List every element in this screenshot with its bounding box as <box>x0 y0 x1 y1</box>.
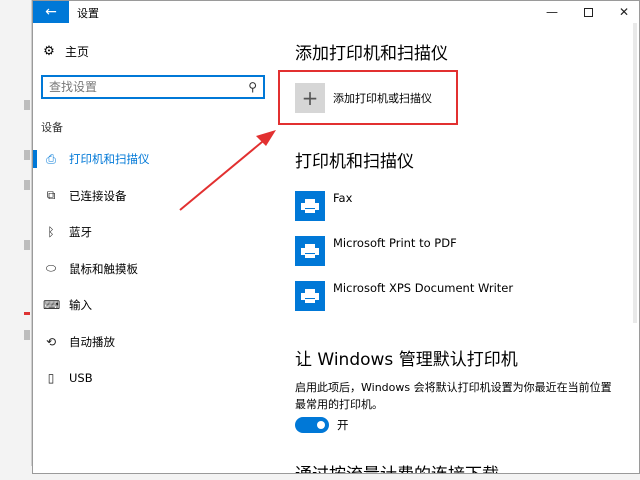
printer-item-pdf[interactable]: Microsoft Print to PDF <box>295 236 457 266</box>
close-icon: ✕ <box>618 5 630 19</box>
printer-item-fax[interactable]: Fax <box>295 191 352 221</box>
sidebar-item-mouse[interactable]: ⬭ 鼠标和触摸板 <box>33 251 273 288</box>
usb-icon: ▯ <box>47 371 55 386</box>
printer-icon <box>295 191 325 221</box>
background-window-strip <box>0 0 32 480</box>
scrollbar[interactable] <box>633 23 637 323</box>
sidebar-nav: ⎙ 打印机和扫描仪 ⧉ 已连接设备 ᛒ 蓝牙 ⬭ 鼠标和触摸板 ⌨ 输入 ⟲ 自… <box>33 141 273 397</box>
section-label: 设备 <box>41 121 63 134</box>
sidebar-item-connected-devices[interactable]: ⧉ 已连接设备 <box>33 178 273 215</box>
sidebar-item-label: 自动播放 <box>69 334 115 349</box>
add-printer-button[interactable]: + 添加打印机或扫描仪 <box>295 83 432 113</box>
minimize-button[interactable]: — <box>533 1 571 23</box>
default-printer-heading: 让 Windows 管理默认打印机 <box>295 350 518 370</box>
sidebar-item-usb[interactable]: ▯ USB <box>33 360 273 397</box>
printer-icon: ⎙ <box>46 151 56 166</box>
maximize-button[interactable] <box>569 1 607 23</box>
add-heading: 添加打印机和扫描仪 <box>295 44 448 64</box>
sidebar-item-label: USB <box>69 371 93 386</box>
plus-icon: + <box>295 83 325 113</box>
background-fragment <box>24 180 30 190</box>
background-fragment <box>24 150 30 160</box>
keyboard-icon: ⌨ <box>43 298 61 313</box>
background-fragment <box>24 100 30 110</box>
main-content: 添加打印机和扫描仪 + 添加打印机或扫描仪 打印机和扫描仪 Fax Micros… <box>278 23 625 473</box>
printer-name: Fax <box>333 191 353 205</box>
close-button[interactable]: ✕ <box>605 1 639 23</box>
sidebar-item-label: 输入 <box>69 298 92 313</box>
background-fragment <box>24 240 30 250</box>
sidebar-item-label: 已连接设备 <box>69 188 127 203</box>
maximize-icon <box>583 7 593 17</box>
default-printer-toggle[interactable] <box>295 417 329 433</box>
connected-devices-icon: ⧉ <box>46 188 56 203</box>
printer-icon <box>295 236 325 266</box>
bluetooth-icon: ᛒ <box>47 225 55 240</box>
printer-name: Microsoft XPS Document Writer <box>333 281 514 295</box>
window-title: 设置 <box>77 7 99 20</box>
background-fragment <box>24 330 30 340</box>
title-bar: ← 设置 — ✕ <box>33 1 639 23</box>
search-icon[interactable]: ⚲ <box>248 80 257 94</box>
home-link[interactable]: ⚙ 主页 <box>41 43 89 60</box>
add-printer-label: 添加打印机或扫描仪 <box>333 92 432 105</box>
sidebar: ⚙ 主页 ⚲ 设备 ⎙ 打印机和扫描仪 ⧉ 已连接设备 ᛒ 蓝牙 ⬭ 鼠标和触摸… <box>33 23 273 473</box>
autoplay-icon: ⟲ <box>45 334 57 349</box>
sidebar-item-printers[interactable]: ⎙ 打印机和扫描仪 <box>33 141 273 178</box>
arrow-left-icon: ← <box>45 4 57 20</box>
toggle-state-label: 开 <box>337 418 349 432</box>
search-input[interactable] <box>49 80 249 94</box>
sidebar-item-label: 蓝牙 <box>69 225 92 240</box>
background-fragment <box>24 312 30 315</box>
mouse-icon: ⬭ <box>45 261 57 276</box>
home-label: 主页 <box>65 45 90 59</box>
sidebar-item-bluetooth[interactable]: ᛒ 蓝牙 <box>33 214 273 251</box>
sidebar-item-label: 鼠标和触摸板 <box>69 261 138 276</box>
minimize-icon: — <box>546 5 558 19</box>
metered-heading: 通过按流量计费的连接下载 <box>295 460 499 473</box>
search-box[interactable]: ⚲ <box>41 75 265 99</box>
settings-window: ← 设置 — ✕ ⚙ 主页 ⚲ 设备 ⎙ 打印机和扫描仪 ⧉ <box>32 0 640 474</box>
printer-item-xps[interactable]: Microsoft XPS Document Writer <box>295 281 513 311</box>
sidebar-item-typing[interactable]: ⌨ 输入 <box>33 287 273 324</box>
default-printer-toggle-row: 开 <box>295 417 349 433</box>
sidebar-item-label: 打印机和扫描仪 <box>69 152 150 167</box>
default-printer-description: 启用此项后，Windows 会将默认打印机设置为你最近在当前位置最常用的打印机。 <box>295 381 612 411</box>
printer-icon <box>295 281 325 311</box>
back-button[interactable]: ← <box>33 1 69 23</box>
printer-name: Microsoft Print to PDF <box>333 236 457 250</box>
printers-heading: 打印机和扫描仪 <box>295 152 414 172</box>
sidebar-item-autoplay[interactable]: ⟲ 自动播放 <box>33 324 273 361</box>
gear-icon: ⚙ <box>43 44 55 59</box>
